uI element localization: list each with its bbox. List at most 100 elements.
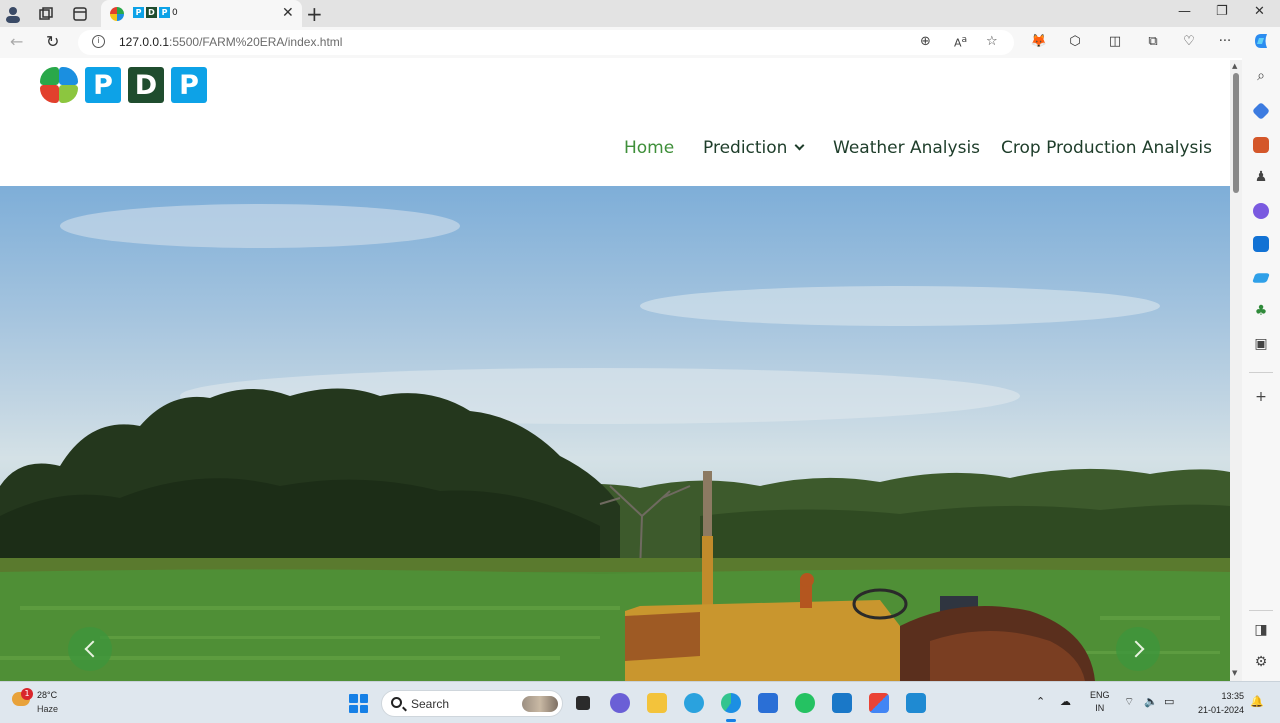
- region-code: IN: [1095, 703, 1105, 713]
- microsoft-store-icon[interactable]: [758, 693, 778, 713]
- url-text: 127.0.0.1:5500/FARM%20ERA/index.html: [119, 35, 342, 49]
- read-aloud-icon[interactable]: Aa: [954, 34, 967, 50]
- wifi-icon[interactable]: ⌔: [1124, 695, 1134, 709]
- window-close-icon[interactable]: ✕: [1254, 4, 1265, 19]
- carousel-prev-button[interactable]: [68, 627, 112, 671]
- hide-sidebar-icon[interactable]: ◨: [1253, 622, 1269, 638]
- shopping-tag-icon[interactable]: [1251, 101, 1271, 121]
- carousel-next-button[interactable]: [1116, 627, 1160, 671]
- chevron-left-icon: [84, 640, 101, 658]
- site-favicon-icon: [110, 7, 124, 21]
- site-info-icon[interactable]: i: [92, 35, 105, 48]
- search-highlight-icon: [522, 696, 558, 712]
- send-icon[interactable]: [1252, 273, 1270, 283]
- whatsapp-icon[interactable]: [795, 693, 815, 713]
- nav-crop-production-analysis[interactable]: Crop Production Analysis: [1001, 138, 1212, 158]
- zoom-icon[interactable]: ⊕: [920, 34, 931, 49]
- clock-date: 21-01-2024: [1197, 705, 1244, 715]
- notification-badge: 1: [21, 688, 33, 700]
- copilot-icon[interactable]: [1252, 32, 1270, 50]
- logo-letter: P: [171, 67, 207, 103]
- nav-weather-analysis[interactable]: Weather Analysis: [833, 138, 980, 158]
- tab-actions-icon[interactable]: [70, 4, 90, 24]
- sidebar-divider: [1249, 372, 1273, 373]
- task-view-icon[interactable]: [576, 696, 590, 710]
- main-nav: Home Prediction Weather Analysis Crop Pr…: [0, 138, 1230, 162]
- refresh-icon[interactable]: ↻: [46, 32, 59, 51]
- logo-letter: P: [85, 67, 121, 103]
- tab-title-letter: P: [159, 7, 170, 18]
- onedrive-icon[interactable]: ☁: [1060, 695, 1071, 708]
- page-scrollbar[interactable]: ▲ ▼: [1230, 60, 1242, 681]
- windows-start-icon[interactable]: [349, 694, 368, 713]
- show-hidden-icons-icon[interactable]: ⌃: [1036, 695, 1045, 708]
- browser-essentials-icon[interactable]: ♡: [1180, 32, 1198, 50]
- url-host: 127.0.0.1: [119, 35, 170, 49]
- tab-title-letter: D: [146, 7, 157, 18]
- language-code: ENG: [1090, 690, 1110, 700]
- calendar-icon[interactable]: ▣: [1253, 336, 1269, 352]
- outlook-icon[interactable]: [1253, 236, 1269, 252]
- chat-icon[interactable]: [610, 693, 630, 713]
- search-icon[interactable]: ⌕: [1253, 68, 1269, 84]
- workspaces-icon[interactable]: [36, 4, 56, 24]
- notifications-bell-icon[interactable]: 🔔: [1250, 695, 1264, 708]
- microsoft-365-icon[interactable]: [1253, 203, 1269, 219]
- vscode-icon[interactable]: [906, 693, 926, 713]
- more-menu-icon[interactable]: ···: [1216, 32, 1234, 50]
- clock-time: 13:35: [1221, 691, 1244, 701]
- windows-taskbar: 1 28°C Haze Search ⌃ ☁ ENG IN ⌔ 🔈 ▭ 13:3…: [0, 681, 1280, 723]
- farm-tractor-photo: [0, 204, 1230, 681]
- restore-icon[interactable]: ❐: [1216, 4, 1228, 19]
- tree-icon[interactable]: ♣: [1253, 303, 1269, 319]
- search-label: Search: [411, 697, 450, 711]
- games-icon[interactable]: ♟: [1253, 169, 1269, 185]
- back-icon[interactable]: ←: [10, 32, 23, 51]
- nav-prediction-label: Prediction: [703, 138, 788, 158]
- settings-gear-icon[interactable]: ⚙: [1253, 654, 1269, 670]
- site-logo[interactable]: P D P: [40, 67, 207, 103]
- nav-prediction[interactable]: Prediction: [703, 138, 805, 158]
- logo-mark-icon: [40, 67, 78, 103]
- scroll-up-icon[interactable]: ▲: [1232, 62, 1237, 70]
- language-indicator[interactable]: ENG IN: [1090, 689, 1110, 715]
- tools-icon[interactable]: [1253, 137, 1269, 153]
- minimize-icon[interactable]: —: [1178, 4, 1191, 19]
- close-tab-icon[interactable]: ✕: [282, 5, 294, 21]
- search-icon: [391, 697, 402, 708]
- edge-browser-icon[interactable]: [721, 693, 741, 722]
- file-explorer-icon[interactable]: [647, 693, 667, 713]
- taskbar-search[interactable]: Search: [381, 690, 563, 717]
- tab-title-letter: P: [133, 7, 144, 18]
- logo-letter: D: [128, 67, 164, 103]
- system-clock[interactable]: 13:35 21-01-2024: [1190, 689, 1244, 717]
- metamask-icon[interactable]: 🦊: [1030, 32, 1048, 50]
- tab-title-suffix: 0: [172, 7, 178, 18]
- active-tab[interactable]: P D P 0 ✕: [101, 0, 302, 27]
- split-screen-icon[interactable]: ◫: [1106, 32, 1124, 50]
- web-page: P D P Home Prediction Weather Analysis C…: [0, 60, 1230, 681]
- weather-temperature[interactable]: 28°C: [37, 690, 57, 700]
- remote-desktop-icon[interactable]: [832, 693, 852, 713]
- sidebar-divider: [1249, 610, 1273, 611]
- scroll-thumb[interactable]: [1233, 73, 1239, 193]
- tab-title: P D P 0: [133, 7, 178, 18]
- profile-avatar-icon[interactable]: [3, 4, 23, 24]
- scroll-down-icon[interactable]: ▼: [1232, 669, 1237, 677]
- collections-icon[interactable]: ⧉: [1144, 32, 1162, 50]
- new-tab-icon[interactable]: +: [306, 2, 323, 26]
- address-bar-row: ← ↻ i 127.0.0.1:5500/FARM%20ERA/index.ht…: [0, 27, 1280, 58]
- telegram-icon[interactable]: [684, 693, 704, 713]
- gmail-icon[interactable]: [869, 693, 889, 713]
- url-field[interactable]: i 127.0.0.1:5500/FARM%20ERA/index.html ⊕…: [78, 30, 1014, 55]
- chevron-down-icon: [795, 140, 805, 151]
- url-path: :5500/FARM%20ERA/index.html: [169, 35, 343, 49]
- battery-icon[interactable]: ▭: [1164, 695, 1174, 708]
- hero-carousel-image: [0, 186, 1230, 681]
- favorite-star-icon[interactable]: ☆: [986, 34, 998, 49]
- add-icon[interactable]: +: [1253, 389, 1269, 405]
- nav-home[interactable]: Home: [624, 138, 674, 158]
- volume-icon[interactable]: 🔈: [1144, 695, 1158, 708]
- weather-condition[interactable]: Haze: [37, 704, 58, 714]
- extensions-icon[interactable]: ⬡: [1066, 32, 1084, 50]
